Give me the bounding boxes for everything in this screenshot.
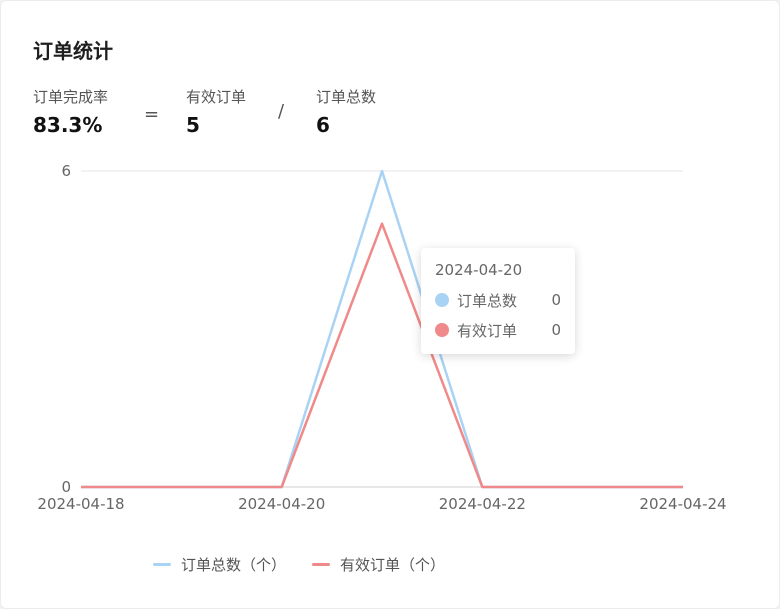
x-tick-label-0: 2024-04-18 xyxy=(37,495,124,513)
y-tick-label-1: 6 xyxy=(61,162,71,180)
legend-total-line-icon xyxy=(153,563,171,566)
legend-total-label: 订单总数（个） xyxy=(181,556,287,574)
tooltip-valid-name: 有效订单 xyxy=(457,321,518,340)
order-stats-card: 订单统计 订单完成率 83.3% = 有效订单 5 / 订单总数 6 0 6 202… xyxy=(0,0,780,609)
tooltip-total-dot-icon xyxy=(435,293,449,307)
chart-legend: 订单总数（个） 有效订单（个） xyxy=(153,554,471,575)
tooltip-total-name: 订单总数 xyxy=(457,291,518,310)
y-tick-label-0: 0 xyxy=(61,478,71,496)
x-tick-label-3: 2024-04-24 xyxy=(639,495,726,513)
legend-item-total[interactable]: 订单总数（个） xyxy=(153,554,286,575)
tooltip-valid-value: 0 xyxy=(551,321,561,339)
series-line-1 xyxy=(81,222,683,489)
tooltip-valid-dot-icon xyxy=(435,323,449,337)
order-line-chart[interactable]: 0 6 2024-04-18 2024-04-20 2024-04-22 2024-04-… xyxy=(1,1,780,531)
tooltip-row-total: 订单总数 0 xyxy=(435,290,561,310)
tooltip-date: 2024-04-20 xyxy=(435,261,523,279)
tooltip-row-valid: 有效订单 0 xyxy=(435,320,561,340)
x-tick-label-1: 2024-04-20 xyxy=(238,495,325,513)
series-line-0 xyxy=(81,169,683,489)
x-tick-label-2: 2024-04-22 xyxy=(439,495,526,513)
legend-valid-label: 有效订单（个） xyxy=(340,556,446,574)
legend-valid-line-icon xyxy=(312,563,331,566)
tooltip-total-value: 0 xyxy=(551,291,561,309)
chart-tooltip: 2024-04-20 订单总数 0 有效订单 0 xyxy=(421,248,575,354)
legend-item-valid[interactable]: 有效订单（个） xyxy=(312,554,445,575)
